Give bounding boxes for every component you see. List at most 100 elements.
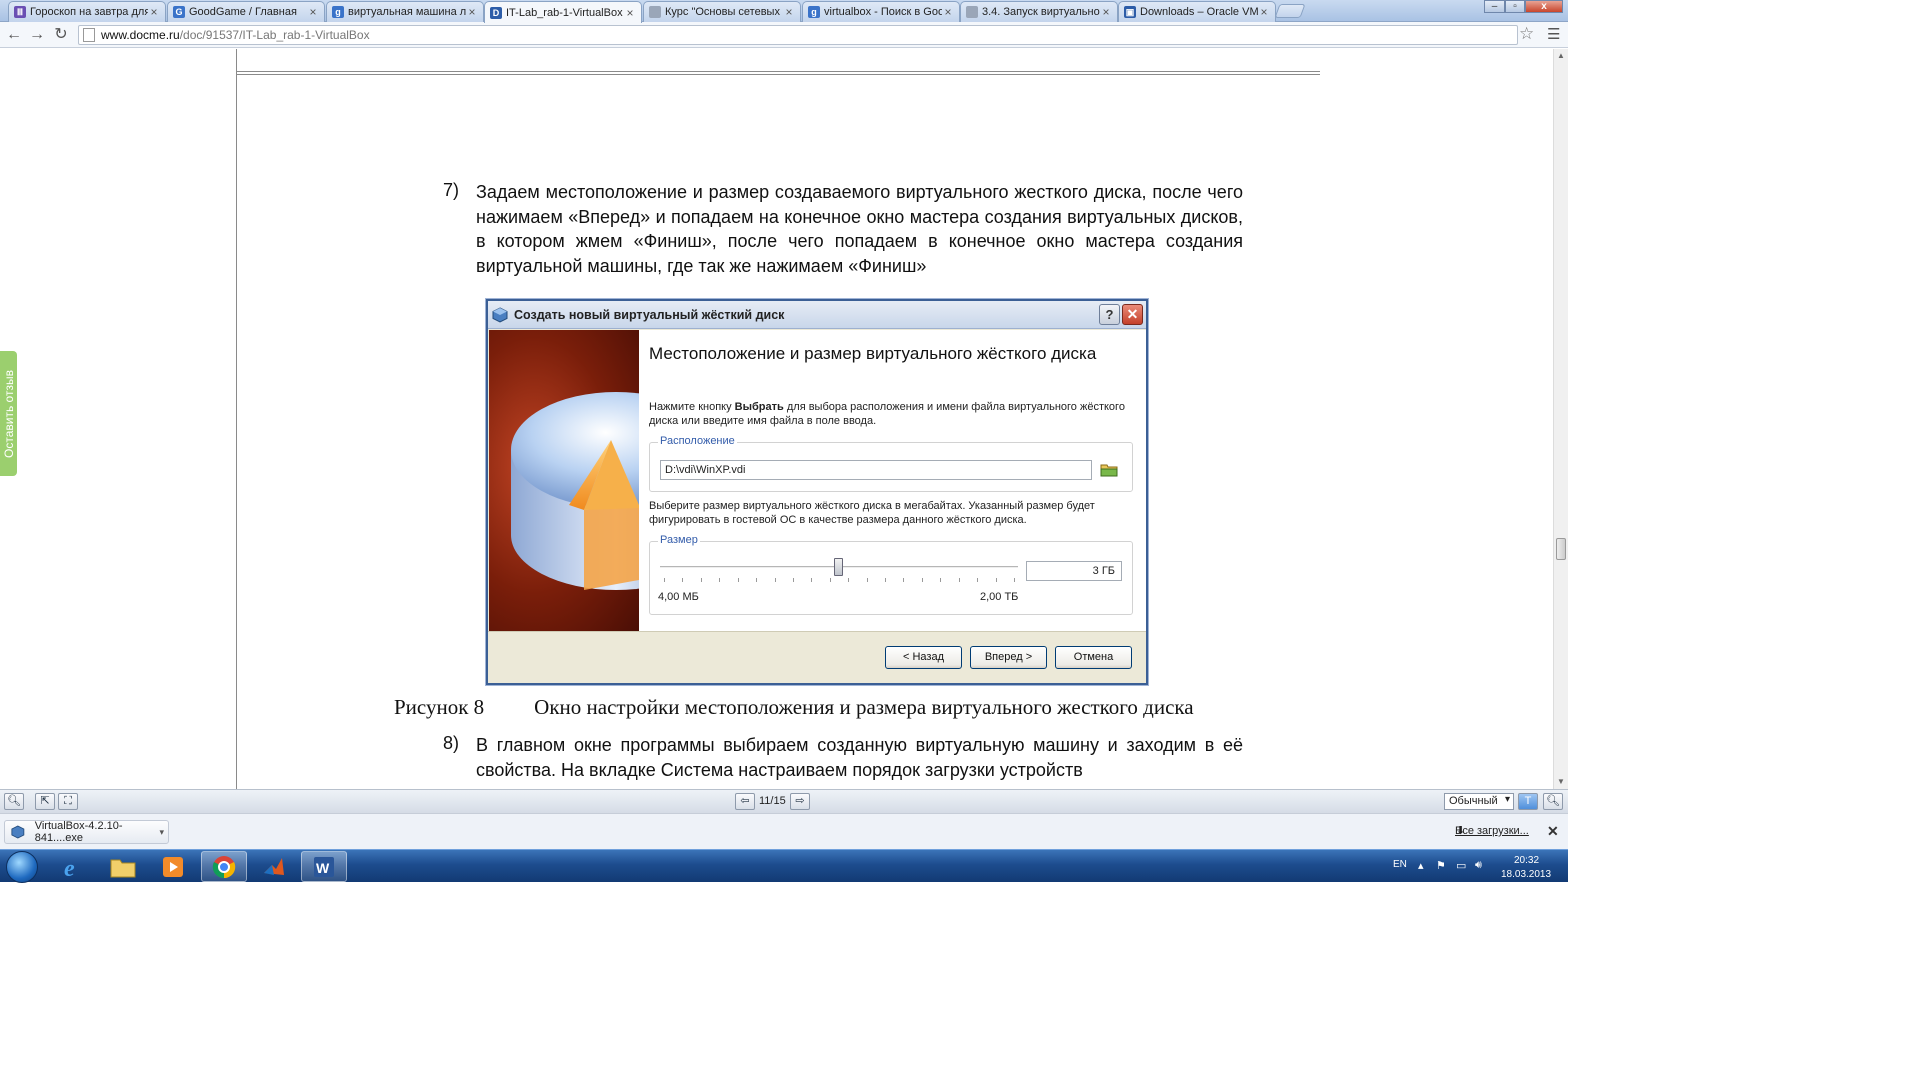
help-button[interactable]: ? (1099, 304, 1120, 325)
browser-toolbar: ← → ↻ www.docme.ru/doc/91537/IT-Lab_rab-… (0, 22, 1568, 48)
fullscreen-icon[interactable]: ⛶ (58, 793, 78, 810)
location-input[interactable]: D:\vdi\WinXP.vdi (660, 460, 1092, 480)
list-number: 8) (443, 733, 460, 753)
tab-close-icon[interactable]: × (624, 6, 636, 20)
show-hidden-icons-icon[interactable]: ▴ (1418, 859, 1424, 872)
browser-tab-strip: Ⅲ Гороскоп на завтра для з × G GoodGame … (0, 0, 1568, 23)
language-indicator[interactable]: EN (1393, 859, 1407, 870)
slider-tick (958, 578, 960, 582)
size-input[interactable]: 3 ГБ (1026, 561, 1122, 581)
zoom-out-icon[interactable]: 🔍︎ (4, 793, 24, 810)
zoom-select[interactable]: Обычный (1444, 793, 1514, 810)
all-downloads-link[interactable]: Все загрузки... (1455, 825, 1529, 837)
new-tab-button[interactable] (1274, 4, 1306, 18)
explorer-folder-icon[interactable] (100, 851, 146, 882)
action-center-flag-icon[interactable]: ⚑ (1436, 859, 1446, 872)
tab-close-icon[interactable]: × (1258, 5, 1270, 19)
cancel-button[interactable]: Отмена (1055, 646, 1132, 669)
media-player-icon[interactable] (150, 851, 196, 882)
dialog-close-button[interactable]: ✕ (1122, 304, 1143, 325)
text-mode-icon[interactable]: T (1518, 793, 1538, 810)
caption-text: Окно настройки местоположения и размера … (534, 695, 1194, 719)
tab-close-icon[interactable]: × (307, 5, 319, 19)
tab-virtualbox-search[interactable]: g virtualbox - Поиск в Goog × (802, 1, 960, 22)
matlab-icon[interactable] (251, 851, 297, 882)
slider-tick (719, 578, 721, 582)
slider-tick (848, 578, 850, 582)
chrome-icon[interactable] (201, 851, 247, 882)
window-close-button[interactable]: x (1525, 0, 1563, 13)
tab-close-icon[interactable]: × (942, 5, 954, 19)
slider-tick (903, 578, 905, 582)
size-min-label: 4,00 МБ (658, 591, 699, 603)
volume-icon[interactable]: 🔊︎ (1475, 859, 1482, 872)
virtualbox-icon (492, 306, 508, 323)
tab-title: virtualbox - Поиск в Goog (824, 6, 942, 18)
start-button[interactable] (6, 851, 38, 883)
close-icon[interactable]: ✕ (1547, 823, 1559, 840)
slider-tick (885, 578, 887, 582)
svg-text:W: W (316, 860, 330, 876)
maximize-button[interactable]: ▫ (1505, 0, 1525, 13)
word-icon[interactable]: W (301, 851, 347, 882)
tab-close-icon[interactable]: × (783, 5, 795, 19)
viewer-toolbar: 🔍︎ ⇱ ⛶ ⇦ 11/15 ⇨ Обычный T 🔍︎ (0, 789, 1568, 813)
address-bar[interactable]: www.docme.ru/doc/91537/IT-Lab_rab-1-Virt… (78, 25, 1518, 45)
bookmark-star-icon[interactable]: ☆ (1519, 24, 1534, 44)
next-page-icon[interactable]: ⇨ (790, 793, 810, 810)
tab-launch-vm[interactable]: 3.4. Запуск виртуальной × (960, 1, 1118, 22)
page-divider (236, 74, 1320, 75)
tab-title: Курс "Основы сетевых те (665, 6, 783, 18)
page-counter: 11/15 (759, 795, 786, 807)
clock-date[interactable]: 18.03.2013 (1501, 869, 1551, 880)
choose-folder-icon[interactable] (1100, 462, 1118, 478)
size-group-title: Размер (658, 534, 700, 546)
network-icon[interactable]: ▭ (1456, 859, 1466, 872)
internet-explorer-icon[interactable]: e (50, 851, 96, 882)
tab-horoscope[interactable]: Ⅲ Гороскоп на завтра для з × (8, 1, 166, 22)
slider-tick (700, 578, 702, 582)
tab-close-icon[interactable]: × (466, 5, 478, 19)
vbox-create-disk-dialog: Создать новый виртуальный жёсткий диск ?… (486, 299, 1148, 685)
size-description: Выберите размер виртуального жёсткого ди… (649, 500, 1095, 526)
docme-favicon-icon: D (490, 6, 502, 19)
scrollbar-thumb[interactable] (1556, 538, 1566, 560)
tab-close-icon[interactable]: × (1100, 5, 1112, 19)
dialog-title: Создать новый виртуальный жёсткий диск (514, 307, 785, 322)
feedback-tab[interactable]: Оставить отзыв (0, 351, 17, 476)
fit-page-icon[interactable]: ⇱ (35, 793, 55, 810)
tab-search-vm[interactable]: g виртуальная машина ла × (326, 1, 484, 22)
wrench-menu-icon[interactable]: ☰ (1547, 25, 1560, 43)
tab-close-icon[interactable]: × (148, 5, 160, 19)
back-button[interactable]: < Назад (885, 646, 962, 669)
tab-title: Downloads – Oracle VM V (1140, 6, 1258, 18)
forward-arrow-icon[interactable]: → (27, 25, 47, 45)
search-icon[interactable]: 🔍︎ (1543, 793, 1563, 810)
vertical-scrollbar[interactable]: ▲ ▼ (1553, 49, 1568, 789)
clock-time[interactable]: 20:32 (1514, 855, 1539, 866)
next-button[interactable]: Вперед > (970, 646, 1047, 669)
slider-tick (664, 578, 665, 582)
google-favicon-icon: g (808, 6, 820, 18)
tab-it-lab[interactable]: D IT-Lab_rab-1-VirtualBox × (484, 1, 642, 23)
tab-course[interactable]: Курс "Основы сетевых те × (643, 1, 801, 22)
prev-page-icon[interactable]: ⇦ (735, 793, 755, 810)
tab-downloads-oracle[interactable]: ▣ Downloads – Oracle VM V × (1118, 1, 1276, 22)
windows-taskbar: e W EN ▴ ⚑ ▭ 🔊︎ 20:32 18.03.2013 (0, 849, 1568, 883)
back-arrow-icon[interactable]: ← (4, 25, 24, 45)
page-favicon-icon (649, 6, 661, 18)
virtualbox-file-icon (11, 825, 25, 839)
tab-goodgame[interactable]: G GoodGame / Главная × (167, 1, 325, 22)
tab-title: IT-Lab_rab-1-VirtualBox (506, 6, 623, 19)
size-slider-thumb[interactable] (834, 558, 843, 576)
download-filename: VirtualBox-4.2.10-841....exe (34, 820, 123, 844)
page-divider (236, 71, 1320, 72)
list-number: 7) (443, 180, 460, 200)
slider-tick (1014, 578, 1015, 582)
scroll-up-arrow-icon[interactable]: ▲ (1554, 49, 1568, 63)
scroll-down-arrow-icon[interactable]: ▼ (1554, 775, 1568, 789)
chevron-down-icon[interactable]: ▾ (159, 827, 164, 838)
reload-icon[interactable]: ↻ (51, 25, 71, 45)
minimize-button[interactable]: – (1484, 0, 1505, 13)
download-item[interactable]: VirtualBox-4.2.10-841....exe ▾ (4, 820, 169, 844)
